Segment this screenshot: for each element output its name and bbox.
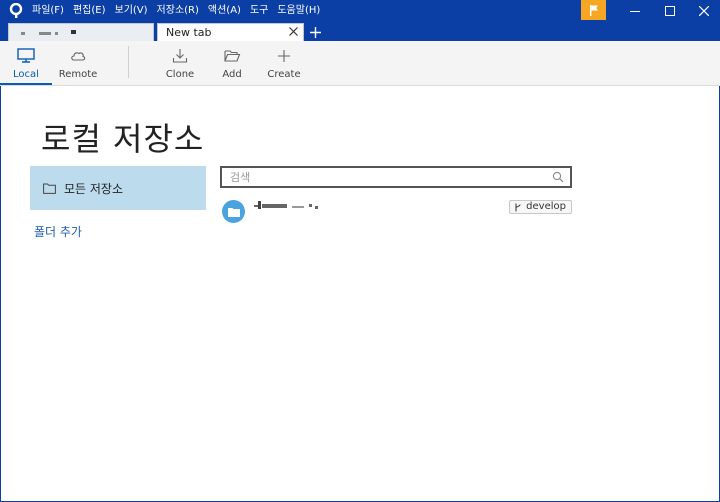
branch-name: develop (526, 201, 566, 212)
minimize-button[interactable] (617, 0, 653, 22)
folder-open-icon (224, 50, 241, 62)
search-box (220, 166, 572, 188)
cloud-icon (71, 52, 86, 61)
folder-icon (43, 183, 56, 194)
folder-icon (227, 207, 240, 217)
repository-name-part (262, 204, 287, 208)
add-button[interactable]: Add (214, 41, 250, 85)
search-input[interactable] (230, 169, 550, 185)
search-icon (552, 171, 564, 183)
menu-edit[interactable]: 편집(E) (73, 0, 106, 22)
menu-bar: 파일(F) 편집(E) 보기(V) 저장소(R) 액션(A) 도구 도움말(H) (32, 0, 329, 22)
add-tab-button[interactable] (306, 23, 324, 41)
minimize-icon (630, 11, 640, 12)
add-label: Add (222, 69, 242, 80)
remote-button[interactable]: Remote (54, 41, 102, 85)
tab-strip: New tab (0, 22, 720, 41)
menu-tools[interactable]: 도구 (250, 0, 268, 22)
repository-name-part (258, 201, 261, 209)
add-folder-link[interactable]: 폴더 추가 (34, 223, 82, 240)
repository-name (254, 200, 320, 210)
local-label: Local (13, 69, 39, 80)
flag-icon (589, 4, 598, 16)
close-window-button[interactable] (686, 0, 720, 22)
create-label: Create (267, 69, 301, 80)
sourcetree-logo-icon (9, 3, 23, 18)
sidebar-item-label: 모든 저장소 (64, 181, 124, 196)
flag-button[interactable] (581, 0, 606, 20)
tab-new[interactable]: New tab (157, 23, 304, 41)
maximize-button[interactable] (652, 0, 688, 22)
tab-repository-label-part (71, 30, 76, 34)
tab-repository[interactable] (8, 23, 154, 41)
clone-button[interactable]: Clone (160, 41, 200, 85)
tab-repository-label-part (39, 32, 51, 35)
close-icon (699, 6, 709, 16)
menu-repository[interactable]: 저장소(R) (157, 0, 199, 22)
title-bar: 파일(F) 편집(E) 보기(V) 저장소(R) 액션(A) 도구 도움말(H) (0, 0, 720, 22)
menu-view[interactable]: 보기(V) (115, 0, 148, 22)
menu-actions[interactable]: 액션(A) (208, 0, 241, 22)
download-icon (172, 49, 188, 63)
tab-repository-label (21, 32, 25, 35)
maximize-icon (665, 6, 675, 16)
repository-icon (222, 200, 245, 223)
plus-icon (278, 50, 290, 62)
branch-icon (515, 203, 521, 211)
close-tab-icon[interactable] (288, 26, 299, 37)
repository-name-part (292, 206, 304, 208)
toolbar: Local Remote Clone Add Create (0, 41, 720, 86)
monitor-icon (17, 48, 35, 63)
tab-repository-label-part (55, 32, 58, 35)
repository-name-part (309, 204, 312, 207)
page-title: 로컬 저장소 (41, 120, 205, 158)
remote-label: Remote (58, 69, 98, 80)
repository-list-item[interactable]: develop (220, 197, 572, 225)
local-button[interactable]: Local (0, 41, 52, 85)
toolbar-divider (128, 46, 129, 78)
repository-name-part (315, 206, 318, 209)
menu-help[interactable]: 도움말(H) (277, 0, 320, 22)
sidebar-item-all-repositories[interactable]: 모든 저장소 (30, 166, 206, 210)
menu-file[interactable]: 파일(F) (32, 0, 64, 22)
create-button[interactable]: Create (264, 41, 304, 85)
plus-icon (309, 26, 321, 38)
clone-label: Clone (165, 69, 195, 80)
branch-badge: develop (509, 200, 572, 214)
tab-new-label: New tab (166, 26, 212, 39)
